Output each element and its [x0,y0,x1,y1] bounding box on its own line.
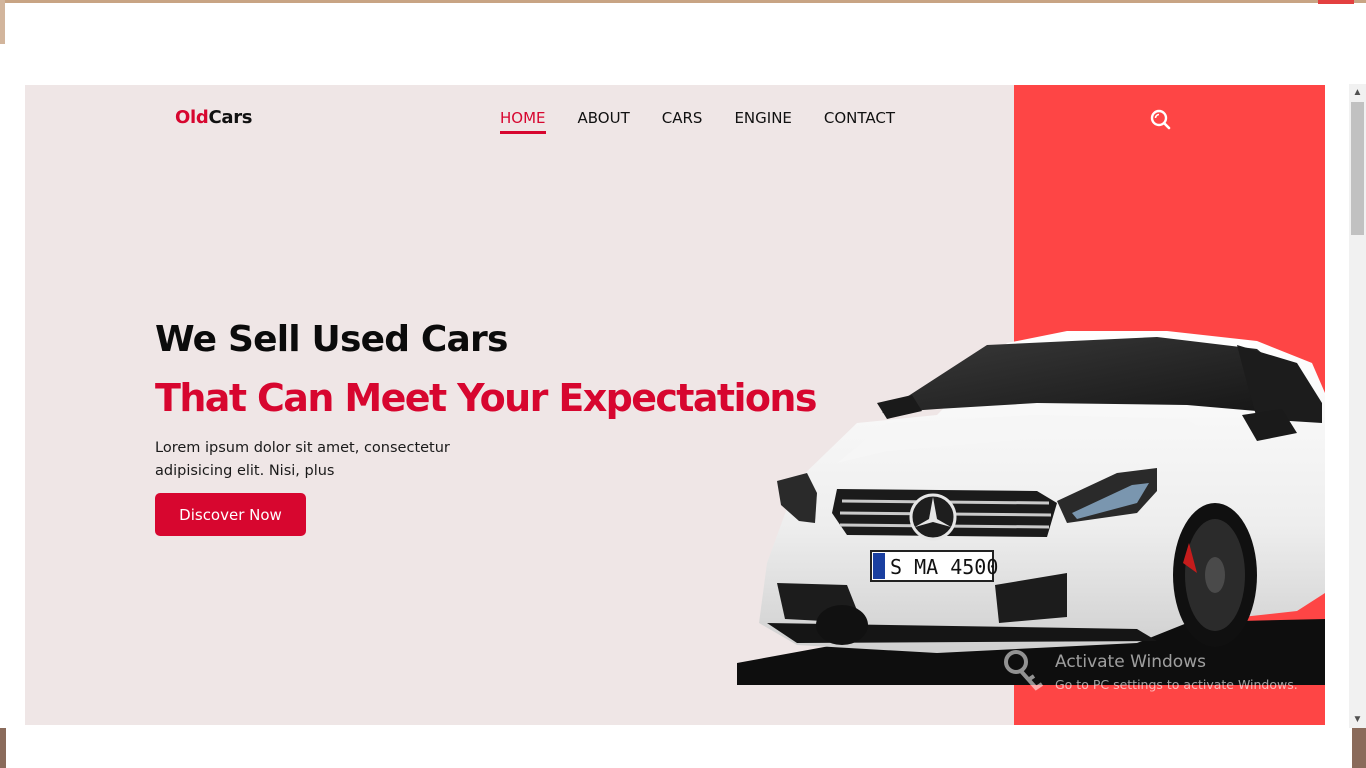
nav-item-engine[interactable]: ENGINE [734,109,791,134]
background-edge [0,728,6,768]
hero-description: Lorem ipsum dolor sit amet, consectetur … [155,440,450,479]
key-icon [1004,650,1044,691]
site-logo[interactable]: OldCars [175,107,253,128]
background-edge [0,0,5,44]
browser-viewport: OldCars HOME ABOUT CARS ENGINE CONTACT W… [0,0,1366,768]
discover-now-button[interactable]: Discover Now [155,493,306,536]
hero-subheadline: That Can Meet Your Expectations [155,376,817,420]
scrollbar-thumb[interactable] [1351,102,1364,235]
main-nav: HOME ABOUT CARS ENGINE CONTACT [500,109,895,134]
background-edge [1318,0,1354,4]
nav-item-cars[interactable]: CARS [662,109,703,134]
license-plate-text: S MA 4500 [890,555,998,579]
watermark-title: Activate Windows [1055,652,1206,672]
background-strip [0,0,1366,3]
nav-item-contact[interactable]: CONTACT [824,109,895,134]
background-edge [1352,728,1366,768]
nav-item-about[interactable]: ABOUT [578,109,630,134]
search-button[interactable] [1149,108,1171,130]
search-icon [1150,109,1171,130]
nav-item-home[interactable]: HOME [500,109,546,134]
vertical-scrollbar[interactable]: ▲ ▼ [1349,84,1366,728]
hero-headline: We Sell Used Cars [155,319,508,360]
scroll-down-arrow-icon[interactable]: ▼ [1349,711,1366,728]
hero-section: OldCars HOME ABOUT CARS ENGINE CONTACT W… [25,85,1325,725]
logo-part-old: Old [175,107,209,128]
car-image: S MA 4500 [737,331,1325,685]
watermark-subtitle: Go to PC settings to activate Windows. [1055,677,1298,692]
activate-windows-watermark: Activate Windows Go to PC settings to ac… [1000,648,1320,698]
scroll-up-arrow-icon[interactable]: ▲ [1349,84,1366,101]
logo-part-cars: Cars [208,107,253,128]
